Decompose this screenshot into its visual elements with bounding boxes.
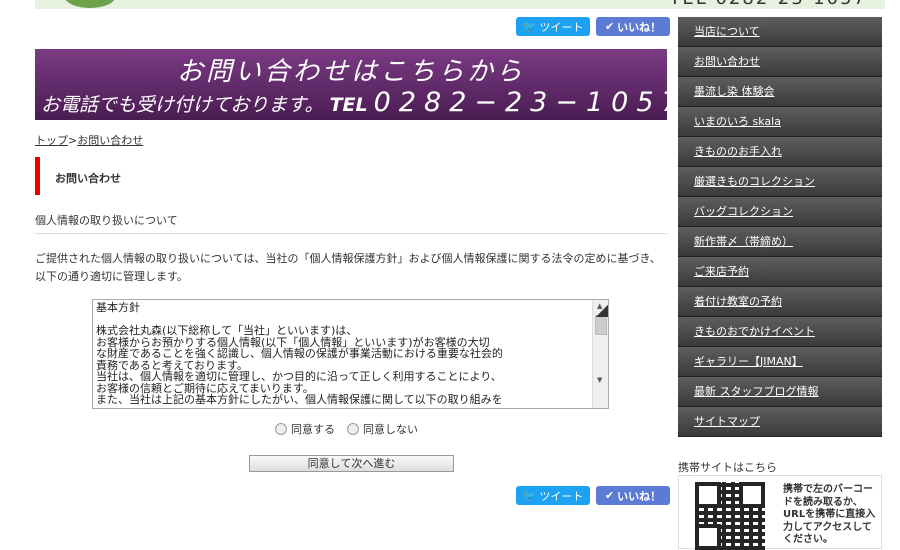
breadcrumb-current-link[interactable]: お問い合わせ (77, 134, 143, 147)
header-tel: TEL 0282-23-1057 (669, 0, 867, 9)
mobile-site-label: 携帯サイトはこちら (678, 461, 777, 474)
section-subheading: 個人情報の取り扱いについて (35, 214, 178, 227)
sidebar-item-staff-blog[interactable]: 最新 スタッフブログ情報 (678, 377, 882, 407)
sidebar-item-gallery[interactable]: ギャラリー【JIMAN】 (678, 347, 882, 377)
tweet-button[interactable]: 🐦 ツイート (516, 486, 590, 505)
top-header-strip: TEL 0282-23-1057 (35, 0, 885, 9)
privacy-policy-text: 基本方針 株式会社丸森(以下総称して「当社」といいます)は、 お客様からお預かり… (96, 301, 503, 406)
contact-banner: お問い合わせはこちらから お電話でも受け付けております。 TEL 0282−23… (35, 49, 679, 120)
mobile-instructions: 携帯で左のバーコードを読み取るか、URLを携帯に直接入力してアクセスしてください… (783, 484, 876, 545)
sidebar-item-skala[interactable]: いまのいろ skala (678, 107, 882, 137)
sidebar-item-contact[interactable]: お問い合わせ (678, 47, 882, 77)
twitter-bird-icon: 🐦 (522, 20, 537, 33)
disagree-radio[interactable] (347, 423, 359, 435)
sidebar-item-about[interactable]: 当店について (678, 17, 882, 47)
banner-title: お問い合わせはこちらから (176, 57, 525, 87)
qr-code-icon (695, 482, 765, 550)
social-buttons-top: 🐦 ツイート ✔ いいね！ (516, 17, 670, 36)
check-icon: ✔ (604, 489, 615, 502)
sidebar-item-kimono-care[interactable]: きもののお手入れ (678, 137, 882, 167)
qr-finder-icon (695, 482, 721, 508)
qr-finder-icon (695, 524, 721, 550)
intro-text: ご提供された個人情報の取り扱いについては、当社の「個人情報保護方針」および個人情… (35, 252, 661, 283)
check-icon: ✔ (604, 20, 615, 33)
social-buttons-bottom: 🐦 ツイート ✔ いいね！ (516, 486, 670, 505)
sidebar-item-bag-collection[interactable]: バッグコレクション (678, 197, 882, 227)
sidebar-item-kitsuke-class[interactable]: 着付け教室の予約 (678, 287, 882, 317)
tweet-button[interactable]: 🐦 ツイート (516, 17, 590, 36)
sidebar-item-obijime[interactable]: 新作帯〆（帯締め） (678, 227, 882, 257)
breadcrumb: トップ>お問い合わせ (35, 134, 144, 147)
agree-option[interactable]: 同意する (275, 421, 335, 437)
like-button[interactable]: ✔ いいね！ (596, 486, 670, 505)
sidebar-item-sumi-workshop[interactable]: 墨流し染 体験会 (678, 77, 882, 107)
like-button[interactable]: ✔ いいね！ (596, 17, 670, 36)
sidebar-item-sitemap[interactable]: サイトマップ (678, 407, 882, 437)
agree-radio[interactable] (275, 423, 287, 435)
privacy-policy-textarea[interactable]: 基本方針 株式会社丸森(以下総称して「当社」といいます)は、 お客様からお預かり… (92, 299, 609, 409)
resize-grip-icon[interactable]: ◢ (596, 300, 608, 319)
divider (35, 233, 667, 234)
sidebar-item-kimono-collection[interactable]: 厳選きものコレクション (678, 167, 882, 197)
header-decoration (65, 0, 115, 8)
scroll-down-arrow-icon[interactable]: ▼ (597, 376, 602, 384)
sidebar-item-events[interactable]: きものおでかけイベント (678, 317, 882, 347)
qr-finder-icon (739, 482, 765, 508)
page-title: お問い合わせ (55, 172, 121, 185)
banner-phone-line: お電話でも受け付けております。 TEL 0282−23−1057 (41, 87, 687, 118)
page-heading: お問い合わせ (35, 157, 672, 195)
breadcrumb-home-link[interactable]: トップ (35, 134, 68, 147)
consent-radio-group: 同意する 同意しない (275, 421, 418, 437)
mobile-qr-box: 携帯で左のバーコードを読み取るか、URLを携帯に直接入力してアクセスしてください… (678, 475, 882, 550)
twitter-bird-icon: 🐦 (522, 489, 537, 502)
disagree-option[interactable]: 同意しない (347, 421, 418, 437)
sidebar-nav: 当店について お問い合わせ 墨流し染 体験会 いまのいろ skala きもののお… (678, 17, 882, 437)
agree-next-button[interactable]: 同意して次へ進む (249, 455, 454, 472)
sidebar-item-visit-reservation[interactable]: ご来店予約 (678, 257, 882, 287)
